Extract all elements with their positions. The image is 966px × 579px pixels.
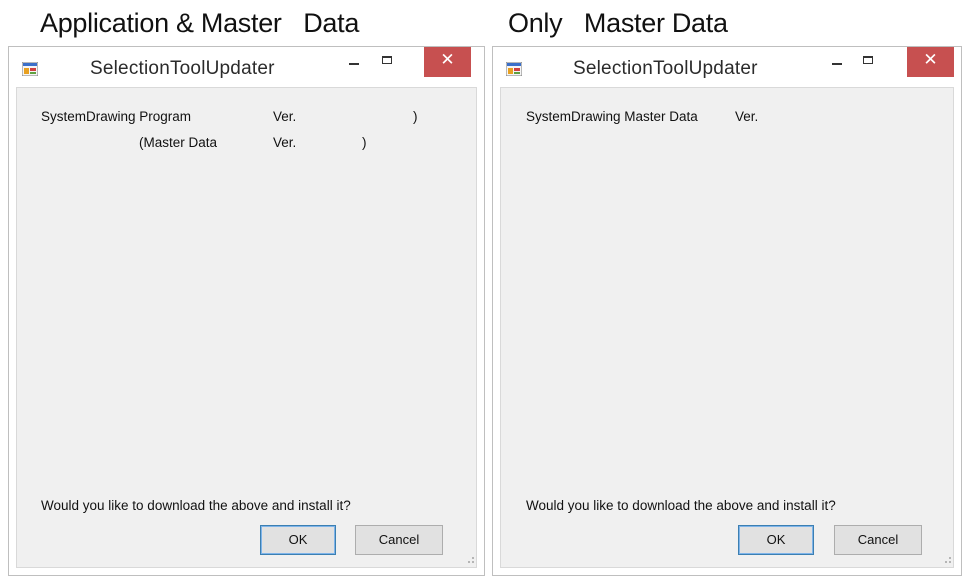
resize-grip-icon[interactable] [464, 555, 474, 565]
minimize-icon [349, 63, 359, 65]
program-version-close-paren: ) [413, 109, 418, 124]
window-title: SelectionToolUpdater [90, 58, 275, 79]
ok-button[interactable]: OK [738, 525, 814, 555]
maximize-button[interactable] [371, 47, 405, 77]
install-question-label: Would you like to download the above and… [41, 498, 351, 513]
program-version-label: Ver. [273, 109, 297, 124]
ok-button[interactable]: OK [260, 525, 336, 555]
close-button[interactable]: ✕ [907, 47, 954, 77]
app-form-icon [22, 62, 38, 76]
dialog-client-area: SystemDrawing Master Data Ver. Would you… [500, 87, 954, 568]
master-data-name-label: (Master Data [139, 135, 218, 150]
close-icon: ✕ [923, 50, 938, 70]
dialog-client-area: SystemDrawing Program Ver. ) (Master Dat… [16, 87, 477, 568]
caption-only-master-data: Only Master Data [508, 8, 728, 38]
window-title: SelectionToolUpdater [573, 58, 758, 79]
updater-window-right: SelectionToolUpdater ✕ SystemDrawing Mas… [492, 46, 962, 576]
close-button[interactable]: ✕ [424, 47, 471, 77]
updater-window-left: SelectionToolUpdater ✕ SystemDrawing Pro… [8, 46, 485, 576]
minimize-icon [832, 63, 842, 65]
close-icon: ✕ [440, 50, 455, 70]
maximize-icon [863, 56, 873, 64]
cancel-button[interactable]: Cancel [355, 525, 443, 555]
master-data-version-label: Ver. [273, 135, 297, 150]
app-form-icon [506, 62, 522, 76]
master-data-version-close-paren: ) [362, 135, 367, 150]
title-bar[interactable]: SelectionToolUpdater ✕ [493, 47, 961, 87]
minimize-button[interactable] [337, 47, 371, 77]
resize-grip-icon[interactable] [941, 555, 951, 565]
install-question-label: Would you like to download the above and… [526, 498, 836, 513]
master-data-version-label: Ver. [735, 109, 759, 124]
cancel-button[interactable]: Cancel [834, 525, 922, 555]
caption-application-and-master-data: Application & Master Data [40, 8, 360, 38]
maximize-button[interactable] [852, 47, 886, 77]
title-bar[interactable]: SelectionToolUpdater ✕ [9, 47, 484, 87]
maximize-icon [382, 56, 392, 64]
minimize-button[interactable] [820, 47, 854, 77]
program-name-label: SystemDrawing Program [41, 109, 192, 124]
master-data-name-label: SystemDrawing Master Data [526, 109, 698, 124]
